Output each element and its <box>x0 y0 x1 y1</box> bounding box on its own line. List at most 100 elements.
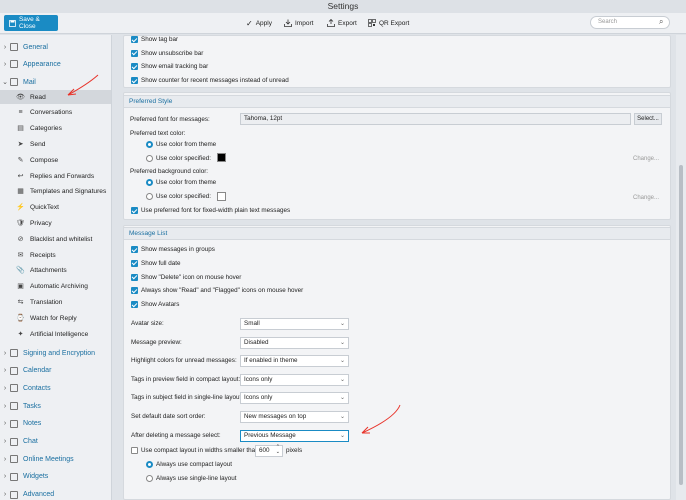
sidebar-item-chat[interactable]: › Chat <box>0 435 111 449</box>
chevron-right-icon[interactable]: › <box>0 491 10 498</box>
sidebar-item-widgets[interactable]: › Widgets <box>0 470 111 484</box>
automatic-archiving-icon: ▣ <box>17 283 24 291</box>
chevron-right-icon[interactable]: › <box>0 456 10 463</box>
save-icon <box>9 19 16 27</box>
setting-select[interactable]: Previous Message ⌄ <box>240 429 349 442</box>
sidebar-item-blacklist-and-whitelist[interactable]: ⊘ Blacklist and whitelist <box>0 232 111 246</box>
radio-control[interactable] <box>146 193 153 200</box>
text-color-change-button[interactable]: Change... <box>629 153 663 165</box>
option-show-email-tracking-bar[interactable]: Show email tracking bar <box>131 63 208 71</box>
checkbox-control[interactable] <box>131 301 138 309</box>
checkbox-control[interactable] <box>131 77 138 85</box>
sidebar-item-conversations[interactable]: ≡ Conversations <box>0 106 111 120</box>
always-single-line-radio[interactable]: Always use single-line layout <box>146 475 237 482</box>
message-list-check-2[interactable]: Show "Delete" icon on mouse hover <box>131 273 241 281</box>
checkbox-control[interactable] <box>131 273 138 281</box>
apply-button[interactable]: ✓ Apply <box>246 16 272 30</box>
bg-color-specified-radio[interactable]: Use color specified: <box>146 193 211 200</box>
compact-width-stepper[interactable]: 600 ⌃ ⌄ <box>255 445 283 457</box>
radio-control[interactable] <box>146 155 153 162</box>
chevron-right-icon[interactable]: › <box>0 473 10 480</box>
sidebar-item-categories[interactable]: ▤ Categories <box>0 122 111 136</box>
checkbox-control[interactable] <box>131 246 138 253</box>
search-input[interactable]: Search <box>590 16 670 29</box>
sidebar-item-read[interactable]: 👁 Read <box>0 90 111 104</box>
sidebar-item-watch-for-reply[interactable]: ⌚ Watch for Reply <box>0 311 111 325</box>
message-list-check-3[interactable]: Always show "Read" and "Flagged" icons o… <box>131 287 303 295</box>
sidebar-item-contacts[interactable]: › Contacts <box>0 381 111 395</box>
bg-color-theme-radio[interactable]: Use color from theme <box>146 179 216 186</box>
bg-color-swatch[interactable] <box>217 192 226 201</box>
text-color-swatch[interactable] <box>217 153 226 162</box>
sidebar-item-translation[interactable]: ⇆ Translation <box>0 295 111 309</box>
sidebar-item-privacy[interactable]: 🛡 Privacy <box>0 216 111 230</box>
sidebar-item-advanced[interactable]: › Advanced <box>0 488 111 500</box>
checkbox-control[interactable] <box>131 63 138 71</box>
sidebar-item-send[interactable]: ➤ Send <box>0 137 111 151</box>
checkbox-control[interactable] <box>131 49 138 57</box>
chevron-right-icon[interactable]: › <box>0 385 10 392</box>
font-select-button[interactable]: Select... <box>634 113 662 125</box>
radio-control[interactable] <box>146 141 153 148</box>
sidebar-item-receipts[interactable]: ✉ Receipts <box>0 248 111 262</box>
chevron-right-icon[interactable]: › <box>0 438 10 445</box>
setting-select[interactable]: Icons only ⌄ <box>240 373 349 386</box>
chevron-right-icon[interactable]: › <box>0 61 10 68</box>
chevron-right-icon[interactable]: › <box>0 420 10 427</box>
import-button[interactable]: Import <box>284 16 313 30</box>
compact-layout-checkbox[interactable]: Use compact layout in widths smaller tha… <box>131 447 259 454</box>
chevron-right-icon[interactable]: › <box>0 367 10 374</box>
sidebar-item-notes[interactable]: › Notes <box>0 417 111 431</box>
sidebar-item-attachments[interactable]: 📎 Attachments <box>0 264 111 278</box>
checkbox-control[interactable] <box>131 287 138 295</box>
sidebar-item-mail[interactable]: ⌄ Mail <box>0 75 111 89</box>
fixed-width-font-checkbox[interactable]: Use preferred font for fixed-width plain… <box>131 207 290 214</box>
stepper-arrows-icon[interactable]: ⌃ ⌄ <box>276 445 280 455</box>
setting-select[interactable]: Icons only ⌄ <box>240 392 349 405</box>
setting-select[interactable]: New messages on top ⌄ <box>240 411 349 423</box>
option-show-unsubscribe-bar[interactable]: Show unsubscribe bar <box>131 49 203 57</box>
sidebar-item-tasks[interactable]: › Tasks <box>0 399 111 413</box>
sidebar-item-templates-and-signatures[interactable]: ▦ Templates and Signatures <box>0 185 111 199</box>
scrollbar[interactable] <box>676 35 686 500</box>
text-color-specified-radio[interactable]: Use color specified: <box>146 155 211 162</box>
option-show-counter-for-recent-messag[interactable]: Show counter for recent messages instead… <box>131 77 289 85</box>
setting-select[interactable]: Small ⌄ <box>240 318 349 330</box>
text-color-theme-radio[interactable]: Use color from theme <box>146 141 216 148</box>
message-list-check-0[interactable]: Show messages in groups <box>131 246 215 253</box>
always-compact-radio[interactable]: Always use compact layout <box>146 461 232 468</box>
setting-select[interactable]: Disabled ⌄ <box>240 336 349 349</box>
sidebar-item-signing-and-encryption[interactable]: › Signing and Encryption <box>0 346 111 360</box>
sidebar-item-replies-and-forwards[interactable]: ↩ Replies and Forwards <box>0 169 111 183</box>
qr-export-button[interactable]: QR Export <box>368 16 409 30</box>
chevron-down-icon[interactable]: ⌄ <box>0 78 10 86</box>
radio-control[interactable] <box>146 179 153 186</box>
checkbox-control[interactable] <box>131 207 138 214</box>
sidebar-item-online-meetings[interactable]: › Online Meetings <box>0 452 111 466</box>
radio-control[interactable] <box>146 475 153 482</box>
sidebar-item-general[interactable]: › General <box>0 40 111 54</box>
bg-color-change-button[interactable]: Change... <box>629 192 663 204</box>
sidebar-item-artificial-intelligence[interactable]: ✦ Artificial Intelligence <box>0 327 111 341</box>
option-show-tag-bar[interactable]: Show tag bar <box>131 36 178 43</box>
scroll-thumb[interactable] <box>679 165 683 485</box>
sidebar-item-appearance[interactable]: › Appearance <box>0 57 111 71</box>
chevron-right-icon[interactable]: › <box>0 403 10 410</box>
setting-select[interactable]: If enabled in theme ⌄ <box>240 355 349 368</box>
chevron-right-icon[interactable]: › <box>0 350 10 357</box>
radio-control[interactable] <box>146 461 153 468</box>
checkbox-control[interactable] <box>131 259 138 267</box>
chevron-right-icon[interactable]: › <box>0 44 10 51</box>
font-field[interactable]: Tahoma, 12pt <box>240 113 631 125</box>
sidebar-label: Calendar <box>23 367 52 375</box>
checkbox-control[interactable] <box>131 447 138 454</box>
sidebar-item-calendar[interactable]: › Calendar <box>0 364 111 378</box>
message-list-check-1[interactable]: Show full date <box>131 259 181 267</box>
checkbox-control[interactable] <box>131 36 138 43</box>
sidebar-item-automatic-archiving[interactable]: ▣ Automatic Archiving <box>0 280 111 294</box>
sidebar-item-quicktext[interactable]: ⚡ QuickText <box>0 201 111 215</box>
sidebar-item-compose[interactable]: ✎ Compose <box>0 153 111 167</box>
message-list-check-4[interactable]: Show Avatars <box>131 301 179 309</box>
export-button[interactable]: Export <box>327 16 357 30</box>
save-close-button[interactable]: Save & Close <box>4 15 58 31</box>
